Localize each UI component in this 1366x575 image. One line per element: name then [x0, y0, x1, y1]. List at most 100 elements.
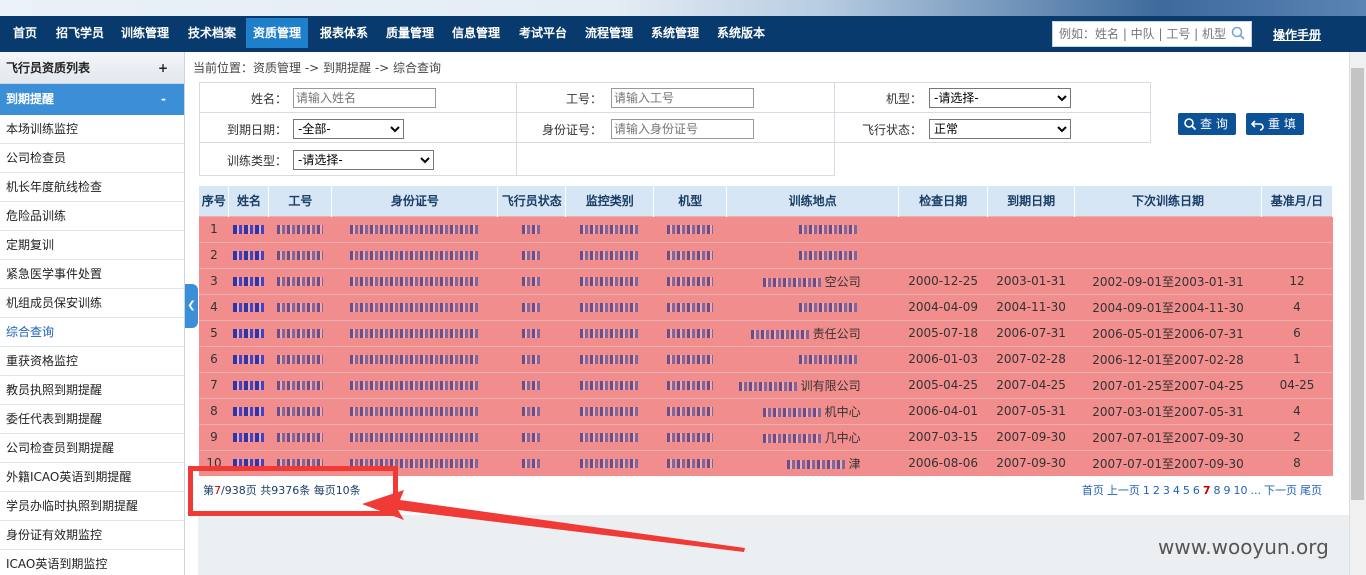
- sidebar-item[interactable]: 综合查询: [0, 318, 184, 347]
- pager-link[interactable]: 上一页: [1107, 484, 1140, 497]
- reset-button[interactable]: 重 填: [1246, 113, 1304, 135]
- id-card-input[interactable]: [611, 119, 754, 139]
- pager-link[interactable]: ...: [1251, 484, 1262, 497]
- sidebar-collapse-handle[interactable]: ❮: [185, 284, 198, 328]
- pager-link[interactable]: 7: [1203, 484, 1211, 497]
- pager-link[interactable]: 1: [1143, 484, 1150, 497]
- redacted-mosaic: [798, 355, 859, 364]
- check-date: 2006-08-06: [898, 449, 988, 476]
- table-row[interactable]: 5 责任公司 2005-07-18 2006-07-31 2006-05-01至2006…: [199, 319, 1333, 346]
- employee-id-input[interactable]: [611, 88, 754, 108]
- redacted-mosaic: [579, 303, 640, 312]
- nav-item[interactable]: 流程管理: [580, 16, 638, 52]
- next-training-date: [1074, 215, 1262, 242]
- nav-item[interactable]: 质量管理: [381, 16, 439, 52]
- nav-item[interactable]: 报表体系: [315, 16, 373, 52]
- sidebar-item[interactable]: 定期复训: [0, 231, 184, 260]
- expand-icon[interactable]: +: [158, 52, 168, 84]
- sidebar-item[interactable]: 危险品训练: [0, 202, 184, 231]
- column-header[interactable]: 序号: [199, 186, 230, 216]
- aircraft-type: [653, 345, 727, 372]
- table-row[interactable]: 2: [199, 241, 1333, 268]
- training-place-text: 责任公司: [812, 326, 861, 341]
- column-header[interactable]: 监控类别: [565, 186, 655, 216]
- table-row[interactable]: 6 2006-01-03 2007-02-28 2006-12-01至2007-02-…: [199, 345, 1333, 372]
- column-header[interactable]: 到期日期: [987, 186, 1076, 216]
- scrollbar-thumb[interactable]: [1351, 68, 1364, 500]
- pager-link[interactable]: 8: [1214, 484, 1221, 497]
- query-button[interactable]: 查 询: [1178, 113, 1236, 135]
- row-number: 6: [199, 345, 229, 372]
- sidebar-section[interactable]: 到期提醒 -: [0, 84, 184, 115]
- sidebar-item[interactable]: 机长年度航线检查: [0, 173, 184, 202]
- nav-item[interactable]: 训练管理: [116, 16, 174, 52]
- aircraft-type-select[interactable]: -请选择-: [929, 88, 1071, 108]
- sidebar-item[interactable]: ICAO英语到期监控: [0, 550, 184, 575]
- sidebar-item[interactable]: 机组成员保安训练: [0, 289, 184, 318]
- pager-link[interactable]: 尾页: [1300, 484, 1322, 497]
- table-row[interactable]: 8 机中心 2006-04-01 2007-05-31 2007-03-01至2007-…: [199, 397, 1333, 424]
- nav-item[interactable]: 信息管理: [447, 16, 505, 52]
- redacted-mosaic: [232, 433, 265, 442]
- column-header[interactable]: 检查日期: [898, 186, 989, 216]
- pager-link[interactable]: 4: [1173, 484, 1180, 497]
- check-date: 2000-12-25: [898, 267, 988, 294]
- nav-item[interactable]: 系统版本: [712, 16, 770, 52]
- pager-link[interactable]: 2: [1153, 484, 1160, 497]
- column-header[interactable]: 飞行员状态: [497, 186, 567, 216]
- collapse-icon[interactable]: -: [161, 84, 166, 115]
- pager-link[interactable]: 3: [1163, 484, 1170, 497]
- nav-item[interactable]: 资质管理: [246, 18, 308, 48]
- column-header[interactable]: 下次训练日期: [1074, 186, 1262, 216]
- check-date: 2007-03-15: [898, 423, 988, 450]
- pager-link[interactable]: 5: [1183, 484, 1190, 497]
- pager-link[interactable]: 下一页: [1264, 484, 1297, 497]
- base-month-day: 2: [1261, 423, 1333, 450]
- sidebar-item[interactable]: 公司检查员到期提醒: [0, 434, 184, 463]
- table-row[interactable]: 7 训有限公司 2005-04-25 2007-04-25 2007-01-25至200…: [199, 371, 1333, 398]
- sidebar-header[interactable]: 飞行员资质列表 +: [0, 52, 184, 84]
- training-type-select[interactable]: -请选择-: [293, 150, 434, 170]
- manual-link[interactable]: 操作手册: [1273, 26, 1321, 43]
- due-date-select[interactable]: -全部-: [293, 119, 404, 139]
- due-date: 2007-05-31: [987, 397, 1075, 424]
- column-header[interactable]: 工号: [268, 186, 333, 216]
- pager-link[interactable]: 9: [1224, 484, 1231, 497]
- column-header[interactable]: 训练地点: [726, 186, 900, 216]
- pager-link[interactable]: 首页: [1082, 484, 1104, 497]
- monitor-category: [565, 345, 654, 372]
- sidebar-item[interactable]: 身份证有效期监控: [0, 521, 184, 550]
- table-row[interactable]: 9 几中心 2007-03-15 2007-09-30 2007-07-01至2007-…: [199, 423, 1333, 450]
- table-row[interactable]: 3 空公司 2000-12-25 2003-01-31 2002-09-01至2003-…: [199, 267, 1333, 294]
- flight-status-select[interactable]: 正常: [929, 119, 1071, 139]
- sidebar-item[interactable]: 委任代表到期提醒: [0, 405, 184, 434]
- nav-item[interactable]: 首页: [8, 16, 42, 52]
- sidebar-item[interactable]: 教员执照到期提醒: [0, 376, 184, 405]
- sidebar-item[interactable]: 外籍ICAO英语到期提醒: [0, 463, 184, 492]
- table-row[interactable]: 4 2004-04-09 2004-11-30 2004-09-01至2004-11-…: [199, 293, 1333, 320]
- pager-link[interactable]: 6: [1193, 484, 1200, 497]
- redacted-mosaic: [232, 303, 265, 312]
- column-header[interactable]: 身份证号: [331, 186, 499, 216]
- next-training-date: 2007-01-25至2007-04-25: [1074, 371, 1262, 398]
- nav-item[interactable]: 技术档案: [183, 16, 241, 52]
- search-input[interactable]: [1053, 22, 1229, 46]
- global-search[interactable]: [1052, 21, 1252, 47]
- nav-item[interactable]: 系统管理: [646, 16, 704, 52]
- search-icon[interactable]: [1231, 26, 1245, 40]
- nav-item[interactable]: 考试平台: [514, 16, 572, 52]
- sidebar-item[interactable]: 重获资格监控: [0, 347, 184, 376]
- pager-link[interactable]: 10: [1234, 484, 1248, 497]
- column-header[interactable]: 姓名: [228, 186, 270, 216]
- column-header[interactable]: 基准月/日: [1261, 186, 1333, 216]
- column-header[interactable]: 机型: [653, 186, 728, 216]
- sidebar-item[interactable]: 学员办临时执照到期提醒: [0, 492, 184, 521]
- table-row[interactable]: 1: [199, 215, 1333, 242]
- sidebar-item[interactable]: 紧急医学事件处置: [0, 260, 184, 289]
- sidebar-item[interactable]: 本场训练监控: [0, 115, 184, 144]
- id-card-number: [331, 345, 498, 372]
- name-input[interactable]: [293, 88, 436, 108]
- nav-item[interactable]: 招飞学员: [51, 16, 109, 52]
- redacted-mosaic: [349, 381, 480, 390]
- sidebar-item[interactable]: 公司检查员: [0, 144, 184, 173]
